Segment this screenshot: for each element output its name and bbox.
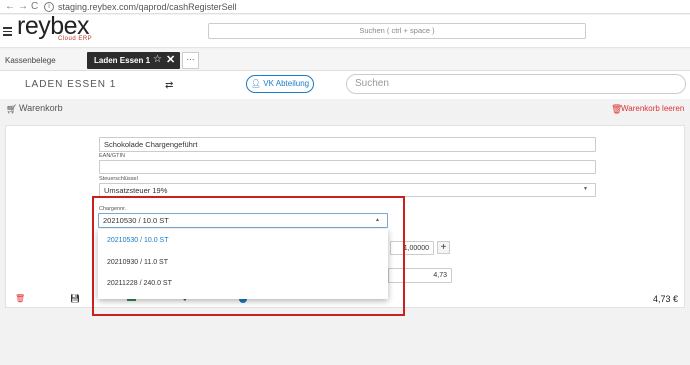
charge-option[interactable]: 20210930 / 11.0 ST (107, 259, 168, 266)
ean-field[interactable] (99, 160, 596, 174)
charge-select[interactable]: 20210530 / 10.0 ST (98, 213, 388, 228)
caret-down-icon: ▼ (583, 186, 588, 192)
store-title: LADEN ESSEN 1 (25, 79, 117, 90)
vk-abteilung-button[interactable]: 👤︎ VK Abteilung (246, 75, 314, 93)
charge-dropdown: 20210530 / 10.0 ST 20210930 / 11.0 ST 20… (98, 229, 388, 299)
increase-quantity-button[interactable]: + (437, 241, 450, 254)
swap-icon[interactable]: ⇄ (165, 80, 173, 91)
global-search-input[interactable]: Suchen ( ctrl + space ) (208, 23, 586, 39)
charge-option[interactable]: 20210530 / 10.0 ST (107, 237, 169, 244)
clear-cart-button[interactable]: Warenkorb leeren (621, 104, 684, 113)
more-tabs-button[interactable]: ··· (182, 52, 199, 69)
vk-abteilung-label: VK Abteilung (263, 79, 310, 88)
back-icon[interactable]: ← (5, 1, 15, 13)
tax-select[interactable]: Umsatzsteuer 19% (99, 183, 596, 197)
star-icon[interactable]: ☆ (153, 53, 162, 67)
tab-kassenbelege[interactable]: Kassenbelege (5, 56, 56, 65)
close-icon[interactable]: ✕ (166, 52, 175, 68)
cart-icon: 🛒︎ (6, 104, 18, 114)
save-icon[interactable]: 💾︎ (70, 294, 80, 303)
charge-label: Chargennr. (99, 206, 127, 212)
delete-item-icon[interactable]: 🗑︎ (15, 294, 25, 303)
total-amount: 4,73 € (653, 294, 679, 304)
product-name-field[interactable]: Schokolade Chargengeführt (99, 137, 596, 152)
menu-icon[interactable] (3, 27, 12, 38)
product-search-input[interactable]: Suchen (346, 74, 686, 94)
charge-option[interactable]: 20211228 / 240.0 ST (107, 280, 172, 287)
ean-label: EAN/GTIN (99, 153, 125, 159)
info-icon[interactable]: i (44, 2, 54, 12)
caret-up-icon: ▲ (375, 217, 380, 223)
user-icon: 👤︎ (250, 79, 264, 88)
logo-subtitle: Cloud ERP (58, 36, 93, 42)
tax-label: Steuerschlüssel (99, 176, 138, 182)
cart-title: Warenkorb (19, 103, 63, 113)
